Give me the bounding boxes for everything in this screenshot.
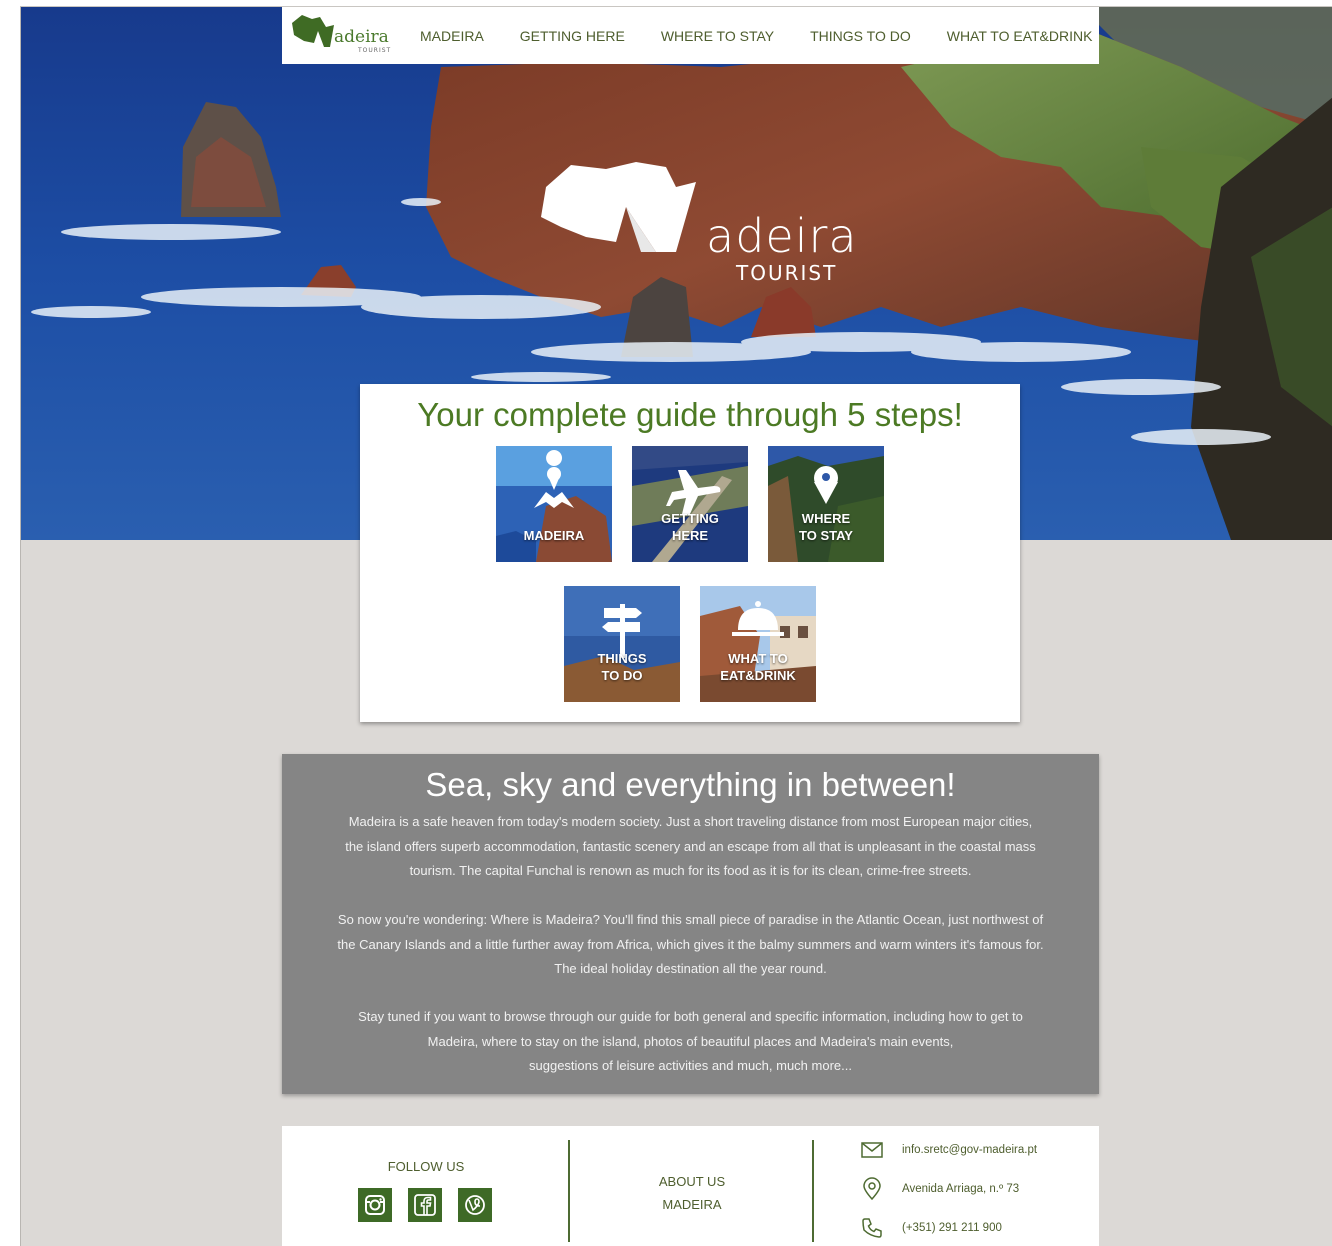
contact-phone-text: (+351) 291 211 900	[902, 1222, 1002, 1234]
contact-email[interactable]: info.sretc@gov-madeira.pt	[860, 1138, 1037, 1162]
tile-things-to-do-line1: THINGS	[597, 651, 647, 666]
tile-what-to-eat-drink-photo	[700, 586, 816, 702]
hero-brand-name: adeira	[706, 209, 858, 263]
about-p1-line3: tourism. The capital Funchal is renown a…	[409, 863, 972, 878]
about-us-line2: MADEIRA	[662, 1197, 722, 1212]
about-paragraph-2: So now you're wondering: Where is Madeir…	[292, 908, 1089, 982]
phone-icon	[862, 1218, 882, 1238]
tile-getting-here-line2: HERE	[671, 528, 709, 543]
top-navigation: adeira TOURIST MADEIRA GETTING HERE WHER…	[282, 7, 1099, 64]
facebook-icon	[414, 1194, 436, 1216]
footer-divider-2	[812, 1140, 814, 1242]
madeira-island-logo-icon	[541, 162, 696, 252]
about-p3-line3: suggestions of leisure activities and mu…	[529, 1058, 852, 1073]
about-p2-line1: So now you're wondering: Where is Madeir…	[337, 912, 1044, 927]
contact-address: Avenida Arriaga, n.º 73	[860, 1177, 1019, 1201]
hero-logo: adeira TOURIST	[526, 157, 906, 307]
follow-us-label: FOLLOW US	[387, 1159, 465, 1174]
about-p3-line2: Madeira, where to stay on the island, ph…	[427, 1033, 954, 1049]
instagram-icon	[365, 1195, 385, 1215]
about-us-line1: ABOUT US	[658, 1174, 726, 1189]
about-p1-line2: the island offers superb accommodation, …	[345, 838, 1036, 854]
about-paragraph-3: Stay tuned if you want to browse through…	[292, 1005, 1089, 1079]
location-pin-outline-icon	[863, 1177, 881, 1201]
tile-getting-here-line1: GETTING	[661, 511, 719, 526]
about-p1-line1: Madeira is a safe heaven from today's mo…	[348, 814, 1033, 829]
tile-things-to-do[interactable]: THINGS TO DO	[564, 586, 680, 702]
tile-getting-here[interactable]: GETTING HERE	[632, 446, 748, 562]
tile-getting-here-photo	[632, 446, 748, 562]
tile-where-to-stay[interactable]: WHERE TO STAY	[768, 446, 884, 562]
tile-what-to-eat-drink-line1: WHAT TO	[728, 651, 788, 666]
nav-logo-name: adeira	[334, 27, 389, 47]
contact-email-text: info.sretc@gov-madeira.pt	[902, 1144, 1038, 1156]
tile-things-to-do-photo	[564, 586, 680, 702]
vine-button[interactable]	[458, 1188, 492, 1222]
about-p2-line3: The ideal holiday destination all the ye…	[554, 961, 827, 976]
page: adeira TOURIST adeira TOURIST MADEIRA GE…	[20, 6, 1332, 1246]
hero-brand-tagline: TOURIST	[736, 261, 838, 285]
about-p3-line1: Stay tuned if you want to browse through…	[358, 1009, 1023, 1024]
nav-links: MADEIRA GETTING HERE WHERE TO STAY THING…	[420, 28, 1092, 44]
about-section: Sea, sky and everything in between! Made…	[282, 754, 1099, 1094]
footer: FOLLOW US ABOUT US MADEIRA info.sretc@go…	[282, 1126, 1099, 1246]
contact-phone[interactable]: (+351) 291 211 900	[860, 1216, 1002, 1240]
guide-card: Your complete guide through 5 steps! MAD…	[360, 384, 1020, 722]
nav-item-what-to-eat-drink[interactable]: WHAT TO EAT&DRINK	[947, 28, 1093, 44]
instagram-button[interactable]	[358, 1188, 392, 1222]
about-title: Sea, sky and everything in between!	[425, 766, 956, 803]
guide-title: Your complete guide through 5 steps!	[417, 396, 963, 433]
vine-icon	[465, 1195, 485, 1215]
tile-things-to-do-line2: TO DO	[601, 668, 643, 683]
nav-logo-tagline: TOURIST	[358, 47, 392, 54]
nav-item-things-to-do[interactable]: THINGS TO DO	[810, 28, 911, 44]
tile-madeira-label: MADEIRA	[523, 528, 585, 543]
nav-logo[interactable]: adeira TOURIST	[290, 7, 400, 64]
about-paragraph-1: Madeira is a safe heaven from today's mo…	[292, 810, 1089, 884]
tile-where-to-stay-line2: TO STAY	[799, 528, 853, 543]
tile-where-to-stay-line1: WHERE	[801, 511, 851, 526]
tile-madeira-photo	[496, 446, 612, 562]
about-us-link[interactable]: ABOUT US MADEIRA	[570, 1170, 814, 1216]
tile-where-to-stay-photo	[768, 446, 884, 562]
nav-item-getting-here[interactable]: GETTING HERE	[520, 28, 625, 44]
tile-what-to-eat-drink[interactable]: WHAT TO EAT&DRINK	[700, 586, 816, 702]
tile-what-to-eat-drink-line2: EAT&DRINK	[720, 668, 796, 683]
facebook-button[interactable]	[408, 1188, 442, 1222]
contact-address-text: Avenida Arriaga, n.º 73	[902, 1183, 1020, 1195]
nav-item-where-to-stay[interactable]: WHERE TO STAY	[661, 28, 774, 44]
envelope-icon	[861, 1142, 883, 1158]
nav-item-madeira[interactable]: MADEIRA	[420, 28, 484, 44]
about-p2-line2: the Canary Islands and a little further …	[337, 936, 1044, 952]
tile-madeira[interactable]: MADEIRA	[496, 446, 612, 562]
